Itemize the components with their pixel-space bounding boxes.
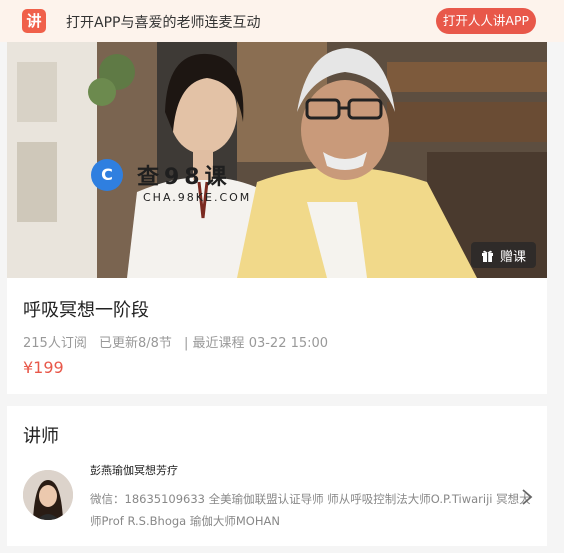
course-meta: 215人订阅 已更新8/8节 | 最近课程 03-22 15:00 xyxy=(23,332,336,351)
teacher-description: 微信：18635109633 全美瑜伽联盟认证导师 师从呼吸控制法大师O.P.T… xyxy=(90,492,531,528)
chevron-right-icon[interactable] xyxy=(521,488,533,506)
avatar xyxy=(23,470,73,520)
cover-photo xyxy=(7,42,547,278)
gift-icon xyxy=(481,250,493,262)
course-cover-image: C 查98课 CHA.98KE.COM xyxy=(7,42,547,278)
subscriber-count: 215人订阅 xyxy=(23,336,87,351)
watermark-text: 查98课 xyxy=(137,165,232,190)
gift-button-label: 赠课 xyxy=(499,249,526,265)
course-price: ¥199 xyxy=(23,358,64,377)
banner-text: 打开APP与喜爱的老师连麦互动 xyxy=(66,15,261,31)
teacher-card[interactable]: 讲师 彭燕瑜伽冥想芳疗 微信：18635109633 全美瑜伽联盟认证导师 师从… xyxy=(7,406,547,546)
avatar-image xyxy=(23,470,73,520)
course-info-card: 呼吸冥想一阶段 215人订阅 已更新8/8节 | 最近课程 03-22 15:0… xyxy=(7,278,547,394)
watermark-logo-icon: C xyxy=(91,159,123,191)
open-app-button[interactable]: 打开人人讲APP xyxy=(436,8,536,34)
app-download-banner: 讲 打开APP与喜爱的老师连麦互动 打开人人讲APP xyxy=(0,0,564,42)
teacher-section-heading: 讲师 xyxy=(23,426,59,447)
teacher-name: 彭燕瑜伽冥想芳疗 xyxy=(90,464,178,477)
gift-course-button[interactable]: 赠课 xyxy=(471,242,536,268)
watermark: C 查98课 CHA.98KE.COM xyxy=(91,159,251,239)
course-title: 呼吸冥想一阶段 xyxy=(23,300,149,321)
latest-lesson: | 最近课程 03-22 15:00 xyxy=(184,336,329,351)
app-logo-icon: 讲 xyxy=(22,9,46,33)
update-status: 已更新8/8节 xyxy=(98,336,172,351)
watermark-url: CHA.98KE.COM xyxy=(143,191,252,204)
